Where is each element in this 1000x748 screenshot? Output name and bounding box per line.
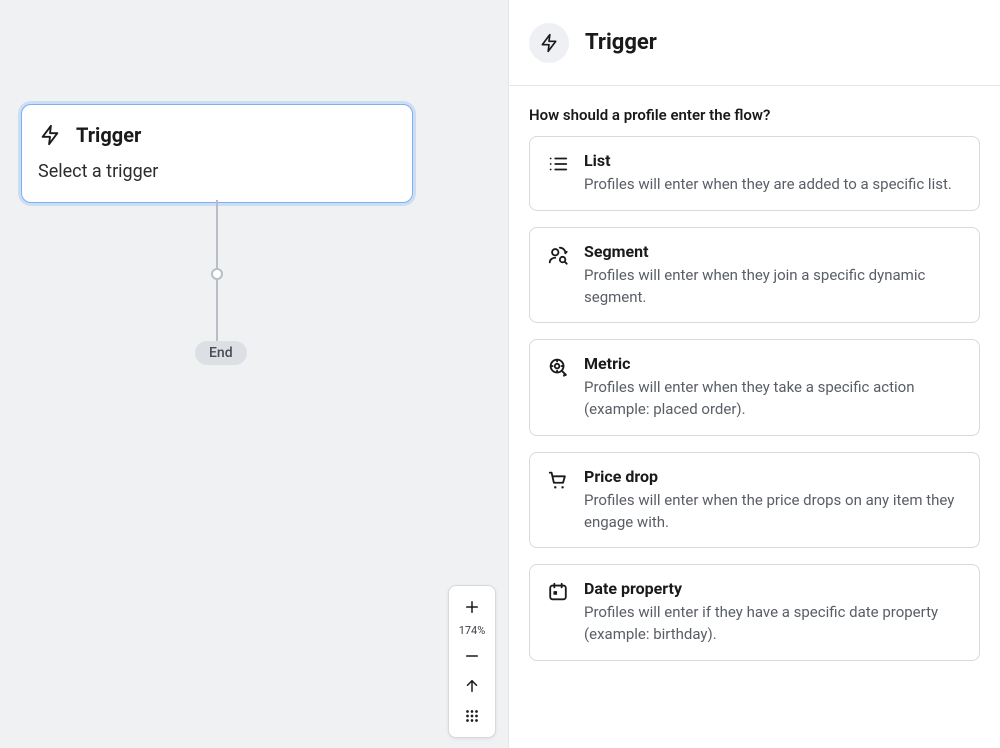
canvas-zoom-toolbar: 174% (448, 585, 496, 738)
segment-icon (546, 243, 570, 267)
bolt-icon (529, 23, 569, 63)
option-desc: Profiles will enter when they join a spe… (584, 265, 963, 309)
option-text: Date property Profiles will enter if the… (584, 579, 963, 646)
zoom-out-button[interactable] (449, 641, 495, 671)
option-desc: Profiles will enter when they are added … (584, 174, 963, 196)
trigger-node-header: Trigger (38, 123, 396, 147)
panel-body: How should a profile enter the flow? Lis… (509, 86, 1000, 661)
flow-connector-line (216, 200, 218, 272)
zoom-in-button[interactable] (449, 592, 495, 622)
trigger-option-price-drop[interactable]: Price drop Profiles will enter when the … (529, 452, 980, 549)
trigger-node-subtitle: Select a trigger (38, 161, 396, 182)
trigger-option-metric[interactable]: Metric Profiles will enter when they tak… (529, 339, 980, 436)
option-desc: Profiles will enter when the price drops… (584, 490, 963, 534)
flow-canvas[interactable]: Trigger Select a trigger End 174% (0, 0, 508, 748)
flow-connector-line (216, 280, 218, 342)
option-text: Metric Profiles will enter when they tak… (584, 354, 963, 421)
trigger-config-panel: Trigger How should a profile enter the f… (508, 0, 1000, 748)
fit-view-button[interactable] (449, 671, 495, 701)
option-title: List (584, 151, 963, 170)
flow-end-label: End (209, 345, 233, 361)
panel-question: How should a profile enter the flow? (529, 106, 980, 124)
bolt-icon (38, 123, 62, 147)
trigger-option-segment[interactable]: Segment Profiles will enter when they jo… (529, 227, 980, 324)
option-desc: Profiles will enter when they take a spe… (584, 377, 963, 421)
option-title: Date property (584, 579, 963, 598)
zoom-level-label: 174% (449, 622, 495, 641)
panel-title: Trigger (585, 30, 657, 55)
panel-header: Trigger (509, 0, 1000, 86)
option-text: List Profiles will enter when they are a… (584, 151, 963, 196)
option-text: Price drop Profiles will enter when the … (584, 467, 963, 534)
option-desc: Profiles will enter if they have a speci… (584, 602, 963, 646)
canvas-grid-button[interactable] (449, 701, 495, 731)
list-icon (546, 152, 570, 176)
option-text: Segment Profiles will enter when they jo… (584, 242, 963, 309)
trigger-option-date-property[interactable]: Date property Profiles will enter if the… (529, 564, 980, 661)
metric-icon (546, 355, 570, 379)
option-title: Metric (584, 354, 963, 373)
trigger-node-card[interactable]: Trigger Select a trigger (21, 104, 413, 203)
date-property-icon (546, 580, 570, 604)
trigger-option-list[interactable]: List Profiles will enter when they are a… (529, 136, 980, 211)
option-title: Price drop (584, 467, 963, 486)
flow-end-node: End (195, 341, 247, 365)
price-drop-icon (546, 468, 570, 492)
flow-add-node-handle[interactable] (211, 268, 223, 280)
trigger-node-title: Trigger (76, 123, 141, 147)
option-title: Segment (584, 242, 963, 261)
